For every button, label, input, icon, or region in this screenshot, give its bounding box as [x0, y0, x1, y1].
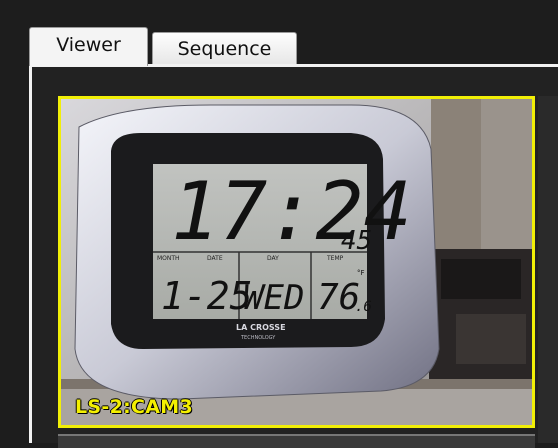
tab-bar: Viewer Sequence: [0, 0, 558, 66]
date-caption: DATE: [207, 255, 223, 262]
day-caption: DAY: [267, 255, 279, 262]
camera-tile-next[interactable]: [58, 434, 535, 448]
clock-day: WED: [243, 278, 304, 318]
viewer-scrollbar[interactable]: [538, 96, 558, 443]
clock-brand-sub: TECHNOLOGY: [240, 335, 276, 341]
clock-temp-decimal: .6: [355, 299, 372, 315]
tab-viewer[interactable]: Viewer: [29, 27, 148, 66]
tab-sequence[interactable]: Sequence: [152, 32, 297, 66]
clock-temp: 76: [317, 277, 360, 318]
camera-tile[interactable]: 17:24 45 MONTH DATE DAY TEMP 1-25 WED 76…: [58, 96, 535, 428]
clock-date: 1-25: [161, 274, 253, 318]
camera-label: LS-2:CAM3: [75, 396, 193, 418]
camera-feed-image: 17:24 45 MONTH DATE DAY TEMP 1-25 WED 76…: [61, 99, 532, 425]
clock-time: 17:24: [171, 165, 412, 258]
clock-brand-logo: LA CROSSE: [236, 323, 286, 332]
clock-seconds: 45: [341, 226, 372, 256]
clock-temp-unit: °F: [357, 269, 365, 277]
month-caption: MONTH: [157, 255, 180, 262]
temp-caption: TEMP: [326, 255, 344, 262]
